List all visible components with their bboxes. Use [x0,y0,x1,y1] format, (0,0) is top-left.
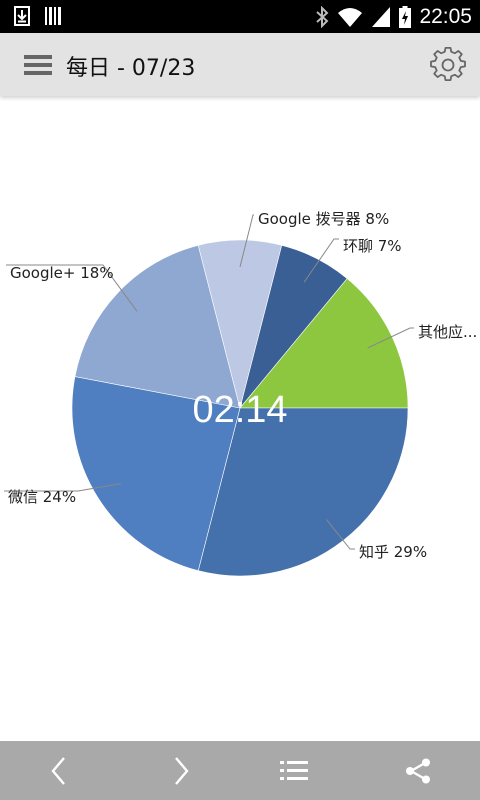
previous-day-button[interactable] [42,753,78,789]
slice-label: 知乎 29% [359,543,427,561]
bluetooth-icon [316,5,329,28]
pie-chart-area: 其他应... 知乎 29% 微信 24% Google+ 18% Google 拨号器 … [0,96,480,740]
chevron-right-icon [175,757,189,785]
battery-charging-icon [399,5,412,28]
share-button[interactable] [400,753,436,789]
bottom-bar [0,741,480,800]
status-time: 22:05 [419,5,472,28]
next-day-button[interactable] [162,753,198,789]
slice-label: 环聊 7% [343,237,402,255]
gear-icon [430,46,466,82]
slice-label: 其他应... [418,323,477,341]
slice-label: Google+ 18% [10,264,114,282]
list-view-button[interactable] [276,753,312,789]
signal-icon [372,6,391,27]
status-bar: 22:05 [0,0,480,33]
chevron-left-icon [51,757,65,785]
download-icon [14,6,30,26]
pie-chart: 其他应... 知乎 29% 微信 24% Google+ 18% Google 拨号器 … [4,210,477,577]
barcode-icon [45,7,61,25]
wifi-icon [338,7,363,27]
page-title: 每日 - 07/23 [66,56,196,81]
slice-label: 微信 24% [8,488,76,506]
settings-button[interactable] [430,46,466,83]
hamburger-menu-icon [24,55,52,75]
slice-label: Google 拨号器 8% [258,210,389,228]
menu-button[interactable] [18,47,58,83]
list-icon [280,761,308,780]
app-bar: 每日 - 07/23 [0,33,480,96]
share-icon [406,758,430,784]
center-time-label: 02:14 [192,389,287,431]
